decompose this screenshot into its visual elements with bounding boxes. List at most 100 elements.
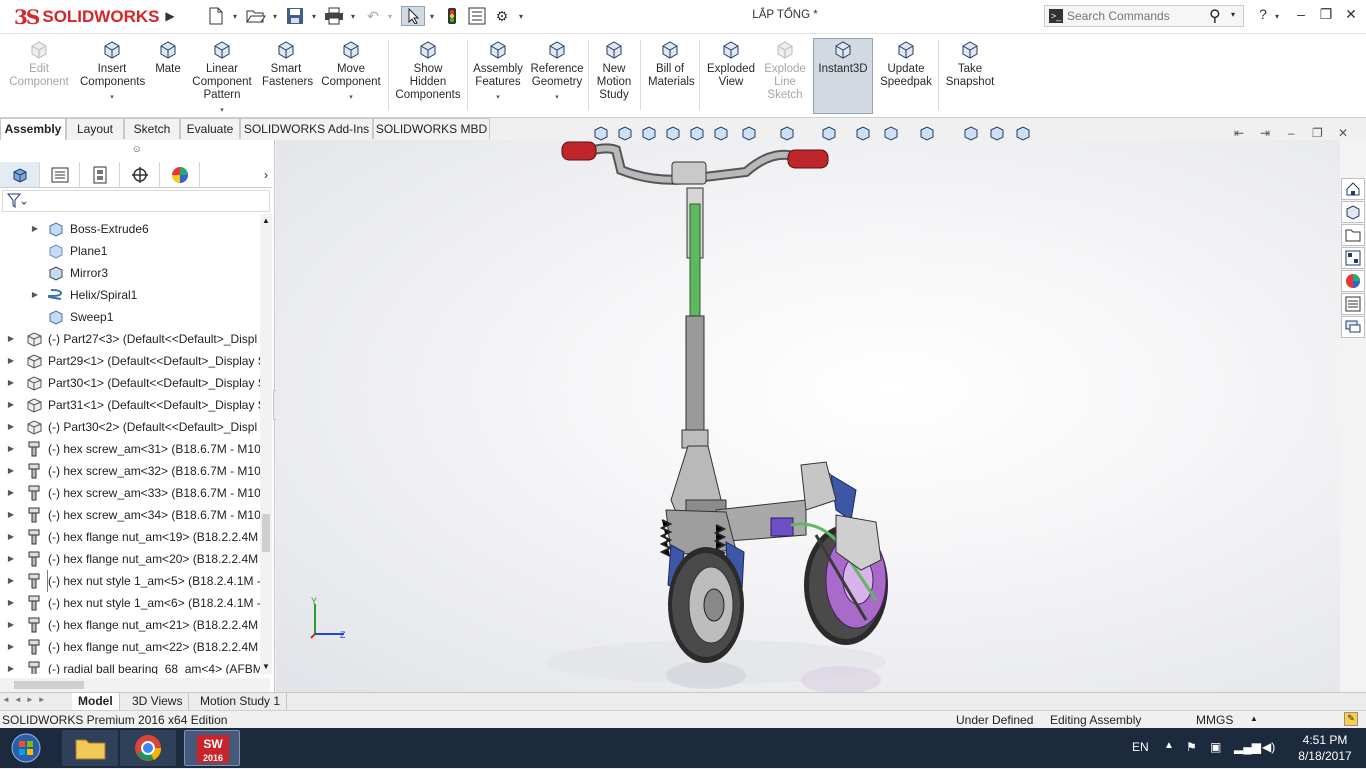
doc-close-icon[interactable]: ✕ [1338,126,1348,140]
graphics-area[interactable]: ⇤ ⇥ – ❐ ✕ Y Z [276,126,1348,694]
command-dropdown-icon[interactable]: ▾ [190,104,254,117]
tree-expand-icon[interactable]: ▶ [6,460,16,482]
edit-appearance-icon[interactable] [854,124,872,145]
doc-minimize-icon[interactable]: – [1288,126,1295,140]
dimxpert-tab-icon[interactable] [120,162,160,187]
open-icon[interactable] [246,6,266,26]
tree-row[interactable]: ▶ (-) hex screw_am<31> (B18.6.7M - M10 [0,438,260,460]
select-icon[interactable] [401,6,425,26]
system-clock[interactable]: 4:51 PM 8/18/2017 [1286,732,1364,764]
units-status[interactable]: MMGS [1196,713,1233,727]
tree-expand-icon[interactable]: ▶ [30,284,40,306]
tree-expand-icon[interactable]: ▶ [6,372,16,394]
scroll-up-icon[interactable]: ▲ [262,216,270,225]
command-exploded-view-button[interactable]: Exploded View [704,40,758,89]
section-view-icon[interactable] [688,124,706,145]
tab-addins[interactable]: SOLIDWORKS Add-Ins [240,118,373,139]
search-input[interactable] [1067,8,1207,24]
tree-row[interactable]: ▶ (-) Part30<2> (Default<<Default>_Displ [0,416,260,438]
open-dropdown-icon[interactable]: ▾ [270,6,280,26]
tab-sketch[interactable]: Sketch [124,118,180,139]
view-next-icon[interactable]: ⇥ [1260,126,1270,140]
new-dropdown-icon[interactable]: ▾ [230,6,240,26]
tree-expand-icon[interactable]: ▶ [6,350,16,372]
hide-show-items-icon[interactable] [820,124,838,145]
zoom-to-fit-icon[interactable] [640,124,658,145]
view-palette-icon[interactable] [1341,247,1365,269]
tree-row[interactable]: ▶ Part31<1> (Default<<Default>_Display S [0,394,260,416]
command-explode-line-button[interactable]: Explode Line Sketch [762,40,808,102]
solidworks-resources-icon[interactable] [1341,178,1365,200]
tab-model[interactable]: Model [72,693,120,710]
show-hidden-icons-icon[interactable]: ▲ [1164,740,1174,751]
command-show-hidden-button[interactable]: Show Hidden Components [394,40,462,102]
tree-vertical-scrollbar[interactable]: ▲ ▼ [260,214,272,674]
tree-row[interactable]: ▶ (-) hex flange nut_am<20> (B18.2.2.4M - [0,548,260,570]
new-document-icon[interactable] [206,6,226,26]
command-dropdown-icon[interactable]: ▾ [318,91,384,104]
command-dropdown-icon[interactable]: ▾ [472,91,524,104]
restore-button[interactable]: ❐ [1315,6,1337,26]
tree-row[interactable]: ▶ (-) hex flange nut_am<21> (B18.2.2.4M - [0,614,260,636]
search-commands-box[interactable]: >_ ⚲ ▾ [1044,5,1244,27]
tab-scroll-arrows-icon[interactable]: ◄◄►► [2,695,50,704]
command-insert-components-button[interactable]: Insert Components ▾ [80,40,145,104]
design-library-icon[interactable] [1341,201,1365,223]
tree-row[interactable]: Plane1 [0,240,260,262]
tree-row[interactable]: ▶ (-) hex screw_am<33> (B18.6.7M - M10 [0,482,260,504]
save-dropdown-icon[interactable]: ▾ [309,6,319,26]
language-indicator[interactable]: EN [1132,740,1149,754]
property-manager-tab-icon[interactable] [40,162,80,187]
solidworks-taskbar-icon[interactable]: SW 2016 [184,730,240,766]
tree-row[interactable]: ▶ Helix/Spiral1 [0,284,260,306]
view-settings-icon[interactable] [740,124,758,145]
tree-row[interactable]: ▶ (-) radial ball bearing_68_am<4> (AFBM [0,658,260,674]
tree-expand-icon[interactable]: ▶ [6,658,16,674]
tree-expand-icon[interactable]: ▶ [6,482,16,504]
tree-horizontal-scrollbar[interactable] [0,678,270,692]
tree-row[interactable]: ▶ (-) hex flange nut_am<19> (B18.2.2.4M - [0,526,260,548]
command-dropdown-icon[interactable]: ▾ [530,91,584,104]
tree-row[interactable]: ▶ Part29<1> (Default<<Default>_Display S [0,350,260,372]
tree-row[interactable]: ▶ (-) hex flange nut_am<22> (B18.2.2.4M - [0,636,260,658]
tree-row[interactable]: ▶ (-) hex screw_am<32> (B18.6.7M - M10 [0,460,260,482]
command-speedpak-button[interactable]: Update Speedpak [880,40,932,89]
command-smart-fasteners-button[interactable]: Smart Fasteners [262,40,313,89]
tree-expand-icon[interactable]: ▶ [6,548,16,570]
tab-mbd[interactable]: SOLIDWORKS MBD [373,118,490,139]
action-center-icon[interactable]: ⚑ [1186,740,1197,754]
command-move-component-button[interactable]: Move Component ▾ [318,40,384,104]
forum-icon[interactable] [1341,316,1365,338]
command-motion-study-button[interactable]: New Motion Study [594,40,634,102]
display-manager-tab-icon[interactable] [160,162,200,187]
device-icon[interactable]: ▣ [1210,740,1221,754]
h-scroll-thumb[interactable] [14,681,84,689]
tree-row[interactable]: Sweep1 [0,306,260,328]
solidworks-logo[interactable]: 3S SOLIDWORKS [14,5,159,29]
panel-expand-arrow-icon[interactable]: › [200,162,272,187]
scroll-thumb[interactable] [262,514,270,552]
tree-expand-icon[interactable]: ▶ [6,504,16,526]
scroll-down-icon[interactable]: ▼ [262,662,270,671]
sum-icon[interactable] [962,124,980,145]
tree-expand-icon[interactable]: ▶ [6,438,16,460]
tree-row[interactable]: ▶ (-) hex nut style 1_am<6> (B18.2.4.1M - [0,592,260,614]
close-button[interactable]: ✕ [1340,6,1362,26]
options-dropdown-icon[interactable]: ▾ [516,6,526,26]
tree-expand-icon[interactable]: ▶ [6,614,16,636]
tree-expand-icon[interactable]: ▶ [6,328,16,350]
view-prev-icon[interactable]: ⇤ [1234,126,1244,140]
command-edit-component-button[interactable]: Edit Component [8,40,70,89]
tab-layout[interactable]: Layout [66,118,124,139]
tree-row[interactable]: Mirror3 [0,262,260,284]
view-settings-monitor-icon[interactable] [918,124,936,145]
zoom-sheet-icon[interactable] [988,124,1006,145]
tree-expand-icon[interactable]: ▶ [6,526,16,548]
tree-expand-icon[interactable]: ▶ [6,570,16,592]
file-properties-icon[interactable] [467,6,487,26]
select-dropdown-icon[interactable]: ▾ [427,6,437,26]
network-signal-icon[interactable]: ▂▄▆ [1234,740,1261,754]
units-dropdown-icon[interactable]: ▲ [1250,714,1258,723]
tree-row[interactable]: ▶ (-) hex screw_am<34> (B18.6.7M - M10 [0,504,260,526]
feature-manager-tab-icon[interactable] [0,162,40,187]
